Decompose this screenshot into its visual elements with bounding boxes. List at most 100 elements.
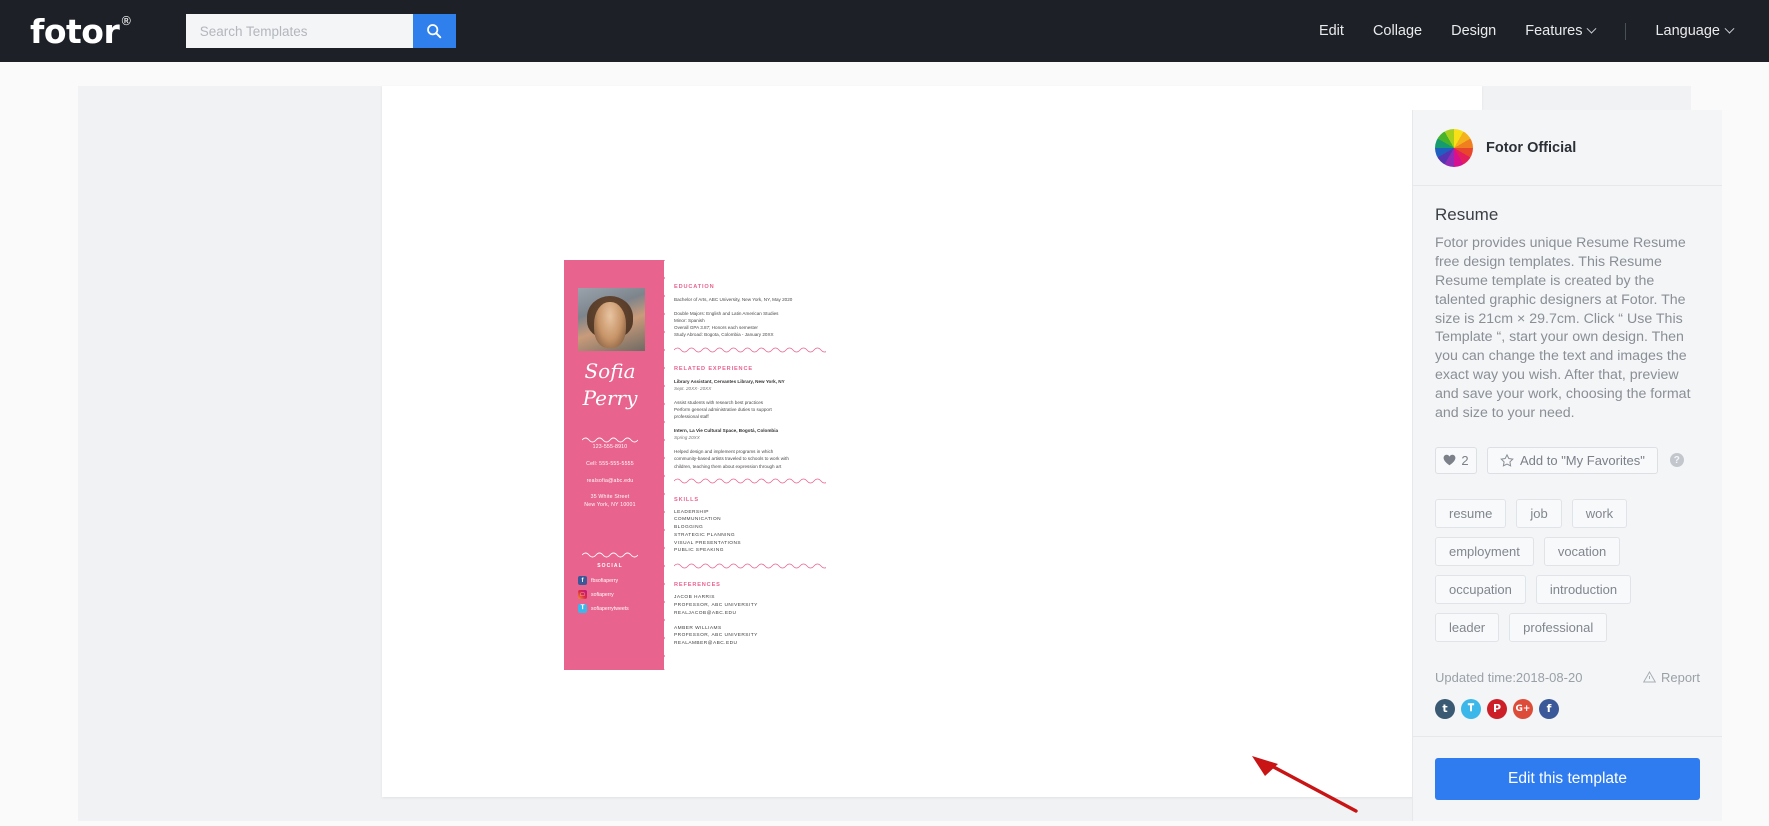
education-detail: Minor: Spanish — [674, 318, 705, 324]
fotor-logo[interactable]: fotor® — [30, 11, 132, 51]
share-pinterest-icon[interactable]: P — [1487, 698, 1507, 719]
search-button[interactable] — [412, 14, 456, 48]
add-to-favorites-button[interactable]: Add to "My Favorites" — [1487, 446, 1658, 474]
like-button[interactable]: 2 — [1435, 446, 1477, 474]
tag-item[interactable]: employment — [1435, 536, 1534, 566]
nav-item-edit-label: Edit — [1318, 23, 1344, 39]
tag-item[interactable]: leader — [1435, 612, 1500, 642]
reference-email: REALAMBER@ABC.EDU — [674, 641, 738, 647]
job-title: Library Assistant, Cervantes Library, Ne… — [674, 378, 785, 384]
tag-item[interactable]: professional — [1509, 612, 1608, 642]
experience-heading: RELATED EXPERIENCE — [674, 365, 753, 372]
reference-email: REALJACOB@ABC.EDU — [674, 610, 737, 616]
star-icon — [1500, 453, 1514, 467]
nav-item-design-label: Design — [1451, 23, 1497, 39]
page-body: Sofia Perry 123-555-8910 Cell: 555-555-5… — [0, 62, 1769, 821]
reference-name: JACOB HARRIS — [674, 595, 715, 601]
nav-item-collage[interactable]: Collage — [1373, 23, 1422, 39]
photo-face — [594, 302, 626, 348]
registered-mark: ® — [120, 13, 132, 28]
share-google-plus-icon[interactable]: G+ — [1513, 698, 1533, 719]
instagram-icon: □ — [578, 590, 587, 599]
tag-item[interactable]: vocation — [1543, 536, 1621, 566]
resume-main-column: EDUCATION Bachelor of Arts, ABC Universi… — [673, 260, 849, 670]
share-facebook-icon[interactable]: f — [1539, 698, 1559, 719]
twitter-icon: 𝐓 — [578, 604, 587, 613]
job-title: Intern, La Vie Cultural Space, Bogotá, C… — [674, 428, 779, 434]
edit-this-template-button[interactable]: Edit this template — [1435, 758, 1700, 800]
chevron-down-icon — [1587, 23, 1597, 34]
author-name: Fotor Official — [1486, 139, 1577, 156]
job-bullet: Helped design and implement programs in … — [674, 449, 774, 455]
resume-first-name: Sofia — [584, 359, 636, 383]
report-button[interactable]: Report — [1642, 669, 1700, 685]
meta-row: Updated time:2018-08-20 Report — [1413, 642, 1722, 685]
skill-item: STRATEGIC PLANNING — [674, 532, 736, 538]
job-bullet: Perform general administrative duties to… — [674, 406, 772, 412]
share-row: t 𝐓 P G+ f — [1413, 685, 1722, 719]
resume-cell: Cell: 555-555-5555 — [586, 460, 634, 467]
tag-item[interactable]: resume — [1435, 498, 1507, 528]
education-heading: EDUCATION — [674, 284, 715, 290]
description-block: Resume Fotor provides unique Resume Resu… — [1413, 186, 1722, 423]
wavy-divider — [582, 552, 638, 558]
wavy-divider — [582, 437, 638, 443]
resume-social-handle: fbsofiaperry — [591, 577, 619, 584]
search-bar — [185, 14, 456, 48]
education-detail: Study Abroad: Bogota, Colombia - January… — [674, 332, 774, 338]
template-preview-area: Sofia Perry 123-555-8910 Cell: 555-555-5… — [382, 86, 1027, 797]
skill-item: LEADERSHIP — [674, 509, 709, 515]
resume-last-name: Perry — [582, 386, 638, 410]
skill-item: COMMUNICATION — [674, 517, 722, 523]
resume-phone: 123-555-8910 — [592, 444, 628, 450]
wavy-divider — [673, 563, 829, 569]
job-bullet: community-based artists traveled to scho… — [674, 456, 789, 462]
resume-email: realsofia@abc.edu — [586, 477, 634, 484]
resume-social-handle: sofiaperry — [591, 591, 614, 598]
chevron-down-icon — [1724, 23, 1735, 34]
add-to-favorites-label: Add to "My Favorites" — [1520, 452, 1645, 468]
skills-heading: SKILLS — [674, 496, 699, 503]
search-input[interactable] — [185, 14, 413, 48]
tag-item[interactable]: introduction — [1535, 574, 1632, 604]
nav-links: Edit Collage Design Features Language — [1290, 22, 1735, 40]
question-mark-icon[interactable]: ? — [1669, 453, 1684, 468]
nav-divider — [1625, 22, 1627, 40]
nav-item-language-label: Language — [1655, 23, 1720, 39]
resume-address-line2: New York, NY 10001 — [584, 502, 636, 509]
job-bullet: children, teaching them about expression… — [674, 463, 782, 469]
facebook-icon: f — [578, 576, 587, 585]
tag-list: resume job work employment vocation occu… — [1413, 474, 1679, 642]
wavy-divider — [673, 478, 829, 484]
warning-triangle-icon — [1642, 671, 1656, 683]
resume-social-handle: sofiaperrytweets — [591, 605, 629, 612]
wavy-divider — [673, 347, 829, 352]
resume-template-preview[interactable]: Sofia Perry 123-555-8910 Cell: 555-555-5… — [564, 260, 849, 670]
nav-item-design[interactable]: Design — [1451, 23, 1496, 39]
references-heading: REFERENCES — [674, 582, 721, 589]
zigzag-edge — [656, 260, 665, 670]
description-text: Fotor provides unique Resume Resume free… — [1435, 235, 1691, 421]
reference-name: AMBER WILLIAMS — [674, 625, 722, 631]
tag-item[interactable]: work — [1571, 498, 1628, 528]
logo-text: fotor — [30, 11, 120, 51]
resume-address-line1: 35 White Street — [590, 494, 630, 501]
nav-item-collage-label: Collage — [1372, 23, 1423, 39]
share-tumblr-icon[interactable]: t — [1435, 698, 1455, 719]
nav-item-language[interactable]: Language — [1655, 23, 1735, 39]
resume-social-list: f fbsofiaperry □ sofiaperry 𝐓 sofiaperry… — [578, 576, 656, 618]
nav-item-edit[interactable]: Edit — [1319, 23, 1344, 39]
education-detail: Overall GPA 3.87; Honors each semester — [674, 325, 758, 331]
share-twitter-icon[interactable]: 𝐓 — [1461, 698, 1481, 719]
nav-item-features[interactable]: Features — [1525, 23, 1597, 39]
skill-item: BLOGGING — [674, 525, 704, 531]
page-title: Resume — [1435, 205, 1499, 224]
tag-item[interactable]: occupation — [1435, 574, 1526, 604]
resume-name: Sofia Perry — [564, 358, 656, 412]
tag-item[interactable]: job — [1516, 498, 1562, 528]
resume-contact: 123-555-8910 Cell: 555-555-5555 realsofi… — [564, 444, 656, 519]
author-row[interactable]: Fotor Official — [1413, 110, 1722, 186]
report-label: Report — [1660, 669, 1700, 685]
nav-item-features-label: Features — [1525, 23, 1583, 39]
action-row: 2 Add to "My Favorites" ? — [1413, 423, 1722, 474]
